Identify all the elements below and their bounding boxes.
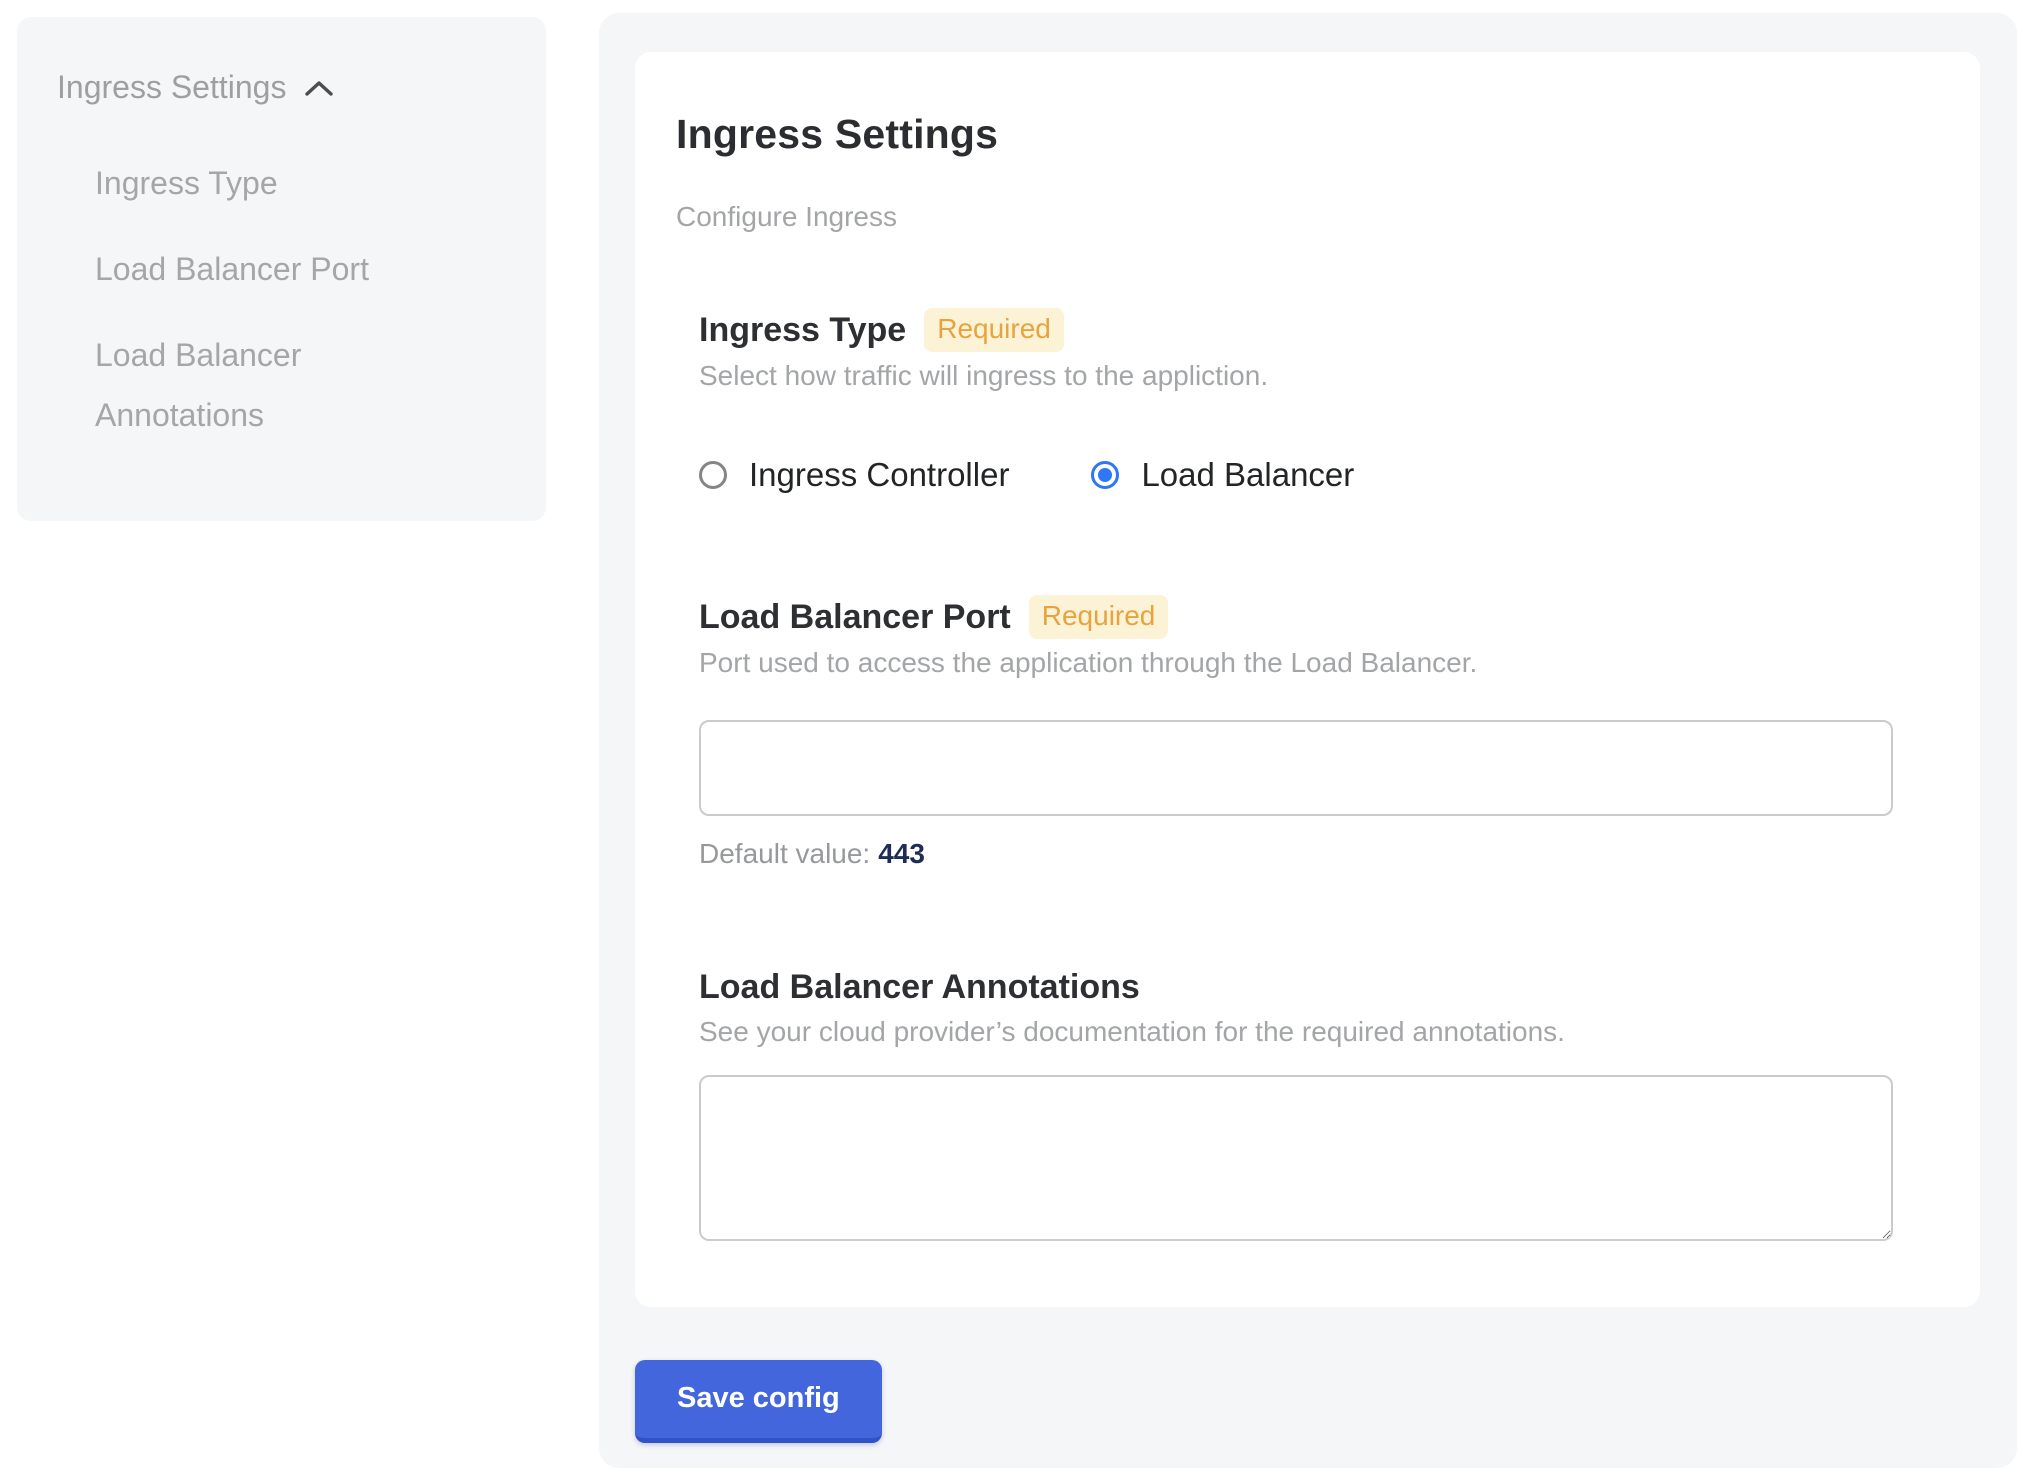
page: Ingress Settings Ingress Type Load Balan… <box>0 0 2036 1468</box>
settings-nav-sidebar: Ingress Settings Ingress Type Load Balan… <box>17 17 546 521</box>
default-value-line: Default value: 443 <box>699 838 1925 870</box>
sidebar-group-ingress-settings[interactable]: Ingress Settings <box>57 67 506 107</box>
section-ingress-type: Ingress Type Required Select how traffic… <box>699 308 1925 495</box>
page-subtitle: Configure Ingress <box>676 200 1925 234</box>
ingress-type-radio-group: Ingress Controller Load Balancer <box>699 455 1925 495</box>
ingress-type-label: Ingress Type <box>699 309 906 351</box>
default-value: 443 <box>878 838 925 869</box>
radio-icon-load-balancer[interactable] <box>1091 461 1119 489</box>
ingress-type-description: Select how traffic will ingress to the a… <box>699 358 1925 393</box>
radio-option-ingress-controller[interactable]: Ingress Controller <box>699 455 1009 495</box>
ingress-settings-card: Ingress Settings Configure Ingress Ingre… <box>635 52 1980 1307</box>
sidebar-item-load-balancer-port[interactable]: Load Balancer Port <box>95 239 445 299</box>
load-balancer-port-input[interactable] <box>699 720 1893 816</box>
section-load-balancer-annotations: Load Balancer Annotations See your cloud… <box>699 966 1925 1241</box>
sidebar-item-load-balancer-annotations[interactable]: Load Balancer Annotations <box>95 325 445 445</box>
save-config-button[interactable]: Save config <box>635 1360 882 1443</box>
sidebar-item-ingress-type[interactable]: Ingress Type <box>95 153 445 213</box>
load-balancer-port-label: Load Balancer Port <box>699 596 1011 638</box>
required-badge: Required <box>924 308 1064 352</box>
load-balancer-annotations-textarea[interactable] <box>699 1075 1893 1241</box>
radio-option-load-balancer[interactable]: Load Balancer <box>1091 455 1354 495</box>
chevron-up-icon[interactable] <box>304 75 334 99</box>
required-badge: Required <box>1029 595 1169 639</box>
load-balancer-annotations-description: See your cloud provider’s documentation … <box>699 1014 1925 1049</box>
section-load-balancer-port: Load Balancer Port Required Port used to… <box>699 595 1925 870</box>
radio-label-load-balancer: Load Balancer <box>1141 455 1354 495</box>
settings-main-panel: Ingress Settings Configure Ingress Ingre… <box>599 13 2017 1468</box>
radio-label-ingress-controller: Ingress Controller <box>749 455 1009 495</box>
load-balancer-annotations-label: Load Balancer Annotations <box>699 966 1140 1008</box>
load-balancer-port-description: Port used to access the application thro… <box>699 645 1925 680</box>
save-row: Save config <box>635 1360 1980 1443</box>
default-value-label: Default value: <box>699 838 870 869</box>
radio-icon-ingress-controller[interactable] <box>699 461 727 489</box>
sidebar-item-list: Ingress Type Load Balancer Port Load Bal… <box>57 153 506 445</box>
sidebar-group-label: Ingress Settings <box>57 67 286 107</box>
page-title: Ingress Settings <box>676 110 1925 158</box>
